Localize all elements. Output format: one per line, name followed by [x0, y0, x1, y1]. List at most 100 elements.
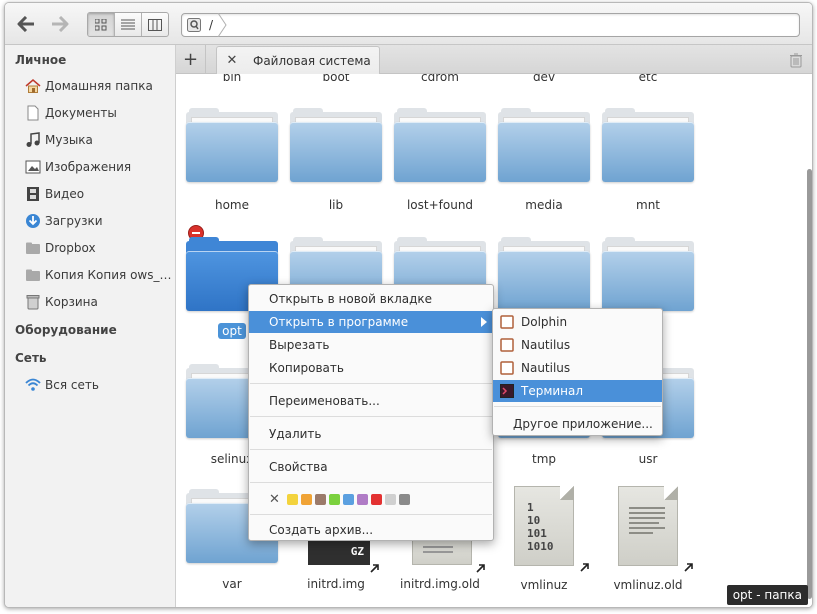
- sidebar-item-dropbox[interactable]: Dropbox: [25, 237, 175, 259]
- tab-filesystem[interactable]: ✕ Файловая система: [216, 46, 380, 74]
- list-view-button[interactable]: [115, 13, 142, 36]
- submenu-item-terminal[interactable]: Терминал: [493, 380, 662, 402]
- folder-icon: [25, 240, 41, 256]
- menu-item-properties[interactable]: Свойства: [249, 456, 493, 478]
- file-name: lib: [328, 198, 344, 212]
- close-icon[interactable]: ✕: [223, 53, 241, 68]
- folder-item[interactable]: [598, 237, 698, 317]
- menu-item-create-archive[interactable]: Создать архив...: [249, 519, 493, 541]
- binary-file-icon: 1 10 101 1010: [514, 486, 574, 566]
- download-icon: [25, 213, 41, 229]
- sidebar-item-label: Корзина: [45, 295, 98, 309]
- forward-button[interactable]: [47, 12, 73, 36]
- menu-separator: [250, 383, 492, 384]
- submenu-item-label: Dolphin: [521, 315, 568, 329]
- list-icon: [121, 19, 135, 29]
- grid-icon: [95, 18, 107, 30]
- sidebar-item-home[interactable]: Домашняя папка: [25, 75, 175, 97]
- sidebar-item-label: Dropbox: [45, 241, 96, 255]
- sidebar-header-devices: Оборудование: [15, 323, 117, 337]
- folder-item[interactable]: lost+found: [390, 108, 490, 218]
- submenu-arrow-icon: [481, 317, 487, 327]
- sidebar-item-trash[interactable]: Корзина: [25, 291, 175, 313]
- submenu-item-nautilus-2[interactable]: Nautilus: [493, 357, 662, 379]
- color-swatch-purple[interactable]: [356, 493, 368, 505]
- folder-item[interactable]: [494, 237, 594, 317]
- menu-item-label: Открыть в программе: [269, 315, 409, 329]
- color-swatch-brown[interactable]: [314, 493, 326, 505]
- color-swatch-green[interactable]: [328, 493, 340, 505]
- sidebar-item-downloads[interactable]: Загрузки: [25, 210, 175, 232]
- file-name: home: [214, 198, 250, 212]
- symlink-arrow-icon: [476, 564, 485, 573]
- open-with-submenu: Dolphin Nautilus Nautilus Терминал Друго…: [492, 308, 663, 436]
- sidebar-item-copy-folder[interactable]: Копия Копия ows_se...: [25, 264, 175, 286]
- submenu-item-other-app[interactable]: Другое приложение...: [493, 413, 662, 435]
- menu-separator: [250, 482, 492, 483]
- submenu-item-label: Терминал: [521, 384, 584, 398]
- file-name: vmlinuz: [520, 578, 568, 592]
- sidebar-item-label: Копия Копия ows_se...: [45, 268, 173, 282]
- column-view-button[interactable]: [142, 13, 168, 36]
- menu-item-open-with[interactable]: Открыть в программе: [249, 311, 493, 333]
- arrow-left-icon: [17, 16, 34, 32]
- menu-item-copy[interactable]: Копировать: [249, 357, 493, 379]
- symlink-arrow-icon: [580, 563, 589, 572]
- file-name[interactable]: cdrom: [390, 74, 490, 84]
- image-icon: [25, 159, 41, 175]
- sidebar-item-network[interactable]: Вся сеть: [25, 374, 175, 396]
- new-tab-button[interactable]: +: [176, 45, 206, 73]
- file-name[interactable]: dev: [494, 74, 594, 84]
- menu-item-delete[interactable]: Удалить: [249, 423, 493, 445]
- file-name: lost+found: [406, 198, 474, 212]
- sidebar-item-music[interactable]: Музыка: [25, 129, 175, 151]
- file-name[interactable]: etc: [598, 74, 698, 84]
- menu-item-rename[interactable]: Переименовать...: [249, 390, 493, 412]
- submenu-item-nautilus[interactable]: Nautilus: [493, 334, 662, 356]
- sidebar-item-label: Видео: [45, 187, 85, 201]
- folder-item[interactable]: media: [494, 108, 594, 218]
- file-name[interactable]: bin: [182, 74, 282, 84]
- file-item[interactable]: 1 10 101 1010 vmlinuz: [494, 486, 594, 598]
- binary-line: 10: [527, 514, 541, 527]
- color-swatch-orange[interactable]: [300, 493, 312, 505]
- back-button[interactable]: [13, 12, 39, 36]
- menu-item-cut[interactable]: Вырезать: [249, 334, 493, 356]
- submenu-item-dolphin[interactable]: Dolphin: [493, 311, 662, 333]
- submenu-item-label: Nautilus: [521, 361, 571, 375]
- sidebar-item-documents[interactable]: Документы: [25, 102, 175, 124]
- sidebar-item-images[interactable]: Изображения: [25, 156, 175, 178]
- sidebar-item-label: Документы: [45, 106, 117, 120]
- sidebar-item-label: Музыка: [45, 133, 93, 147]
- binary-line: 101: [527, 527, 547, 540]
- file-name[interactable]: boot: [286, 74, 386, 84]
- archive-icon: GZ: [308, 539, 370, 565]
- location-bar[interactable]: /: [181, 13, 800, 37]
- color-swatch-yellow[interactable]: [286, 493, 298, 505]
- sidebar-header-network: Сеть: [15, 351, 47, 365]
- file-manager-window: / Личное Домашняя папка Документы Музыка…: [4, 2, 813, 608]
- folder-item[interactable]: mnt: [598, 108, 698, 218]
- file-name: mnt: [636, 198, 660, 212]
- menu-separator: [250, 449, 492, 450]
- color-swatch-light-gray[interactable]: [384, 493, 396, 505]
- path-text: /: [209, 18, 214, 32]
- file-item[interactable]: vmlinuz.old: [598, 486, 698, 598]
- menu-separator: [494, 406, 661, 407]
- sidebar: Личное Домашняя папка Документы Музыка И…: [5, 45, 176, 607]
- menu-item-open-new-tab[interactable]: Открыть в новой вкладке: [249, 288, 493, 310]
- music-icon: [25, 132, 41, 148]
- trash-icon[interactable]: [788, 52, 804, 68]
- video-icon: [25, 186, 41, 202]
- color-swatch-red[interactable]: [370, 493, 382, 505]
- color-swatch-blue[interactable]: [342, 493, 354, 505]
- clear-color-button[interactable]: ✕: [269, 492, 280, 507]
- sidebar-header-personal: Личное: [15, 53, 67, 67]
- icon-view-button[interactable]: [88, 13, 115, 36]
- scrollbar-thumb[interactable]: [807, 169, 812, 599]
- folder-item[interactable]: lib: [286, 108, 386, 218]
- folder-item[interactable]: home: [182, 108, 282, 218]
- folder-icon: [602, 237, 694, 311]
- color-swatch-dark-gray[interactable]: [398, 493, 410, 505]
- sidebar-item-video[interactable]: Видео: [25, 183, 175, 205]
